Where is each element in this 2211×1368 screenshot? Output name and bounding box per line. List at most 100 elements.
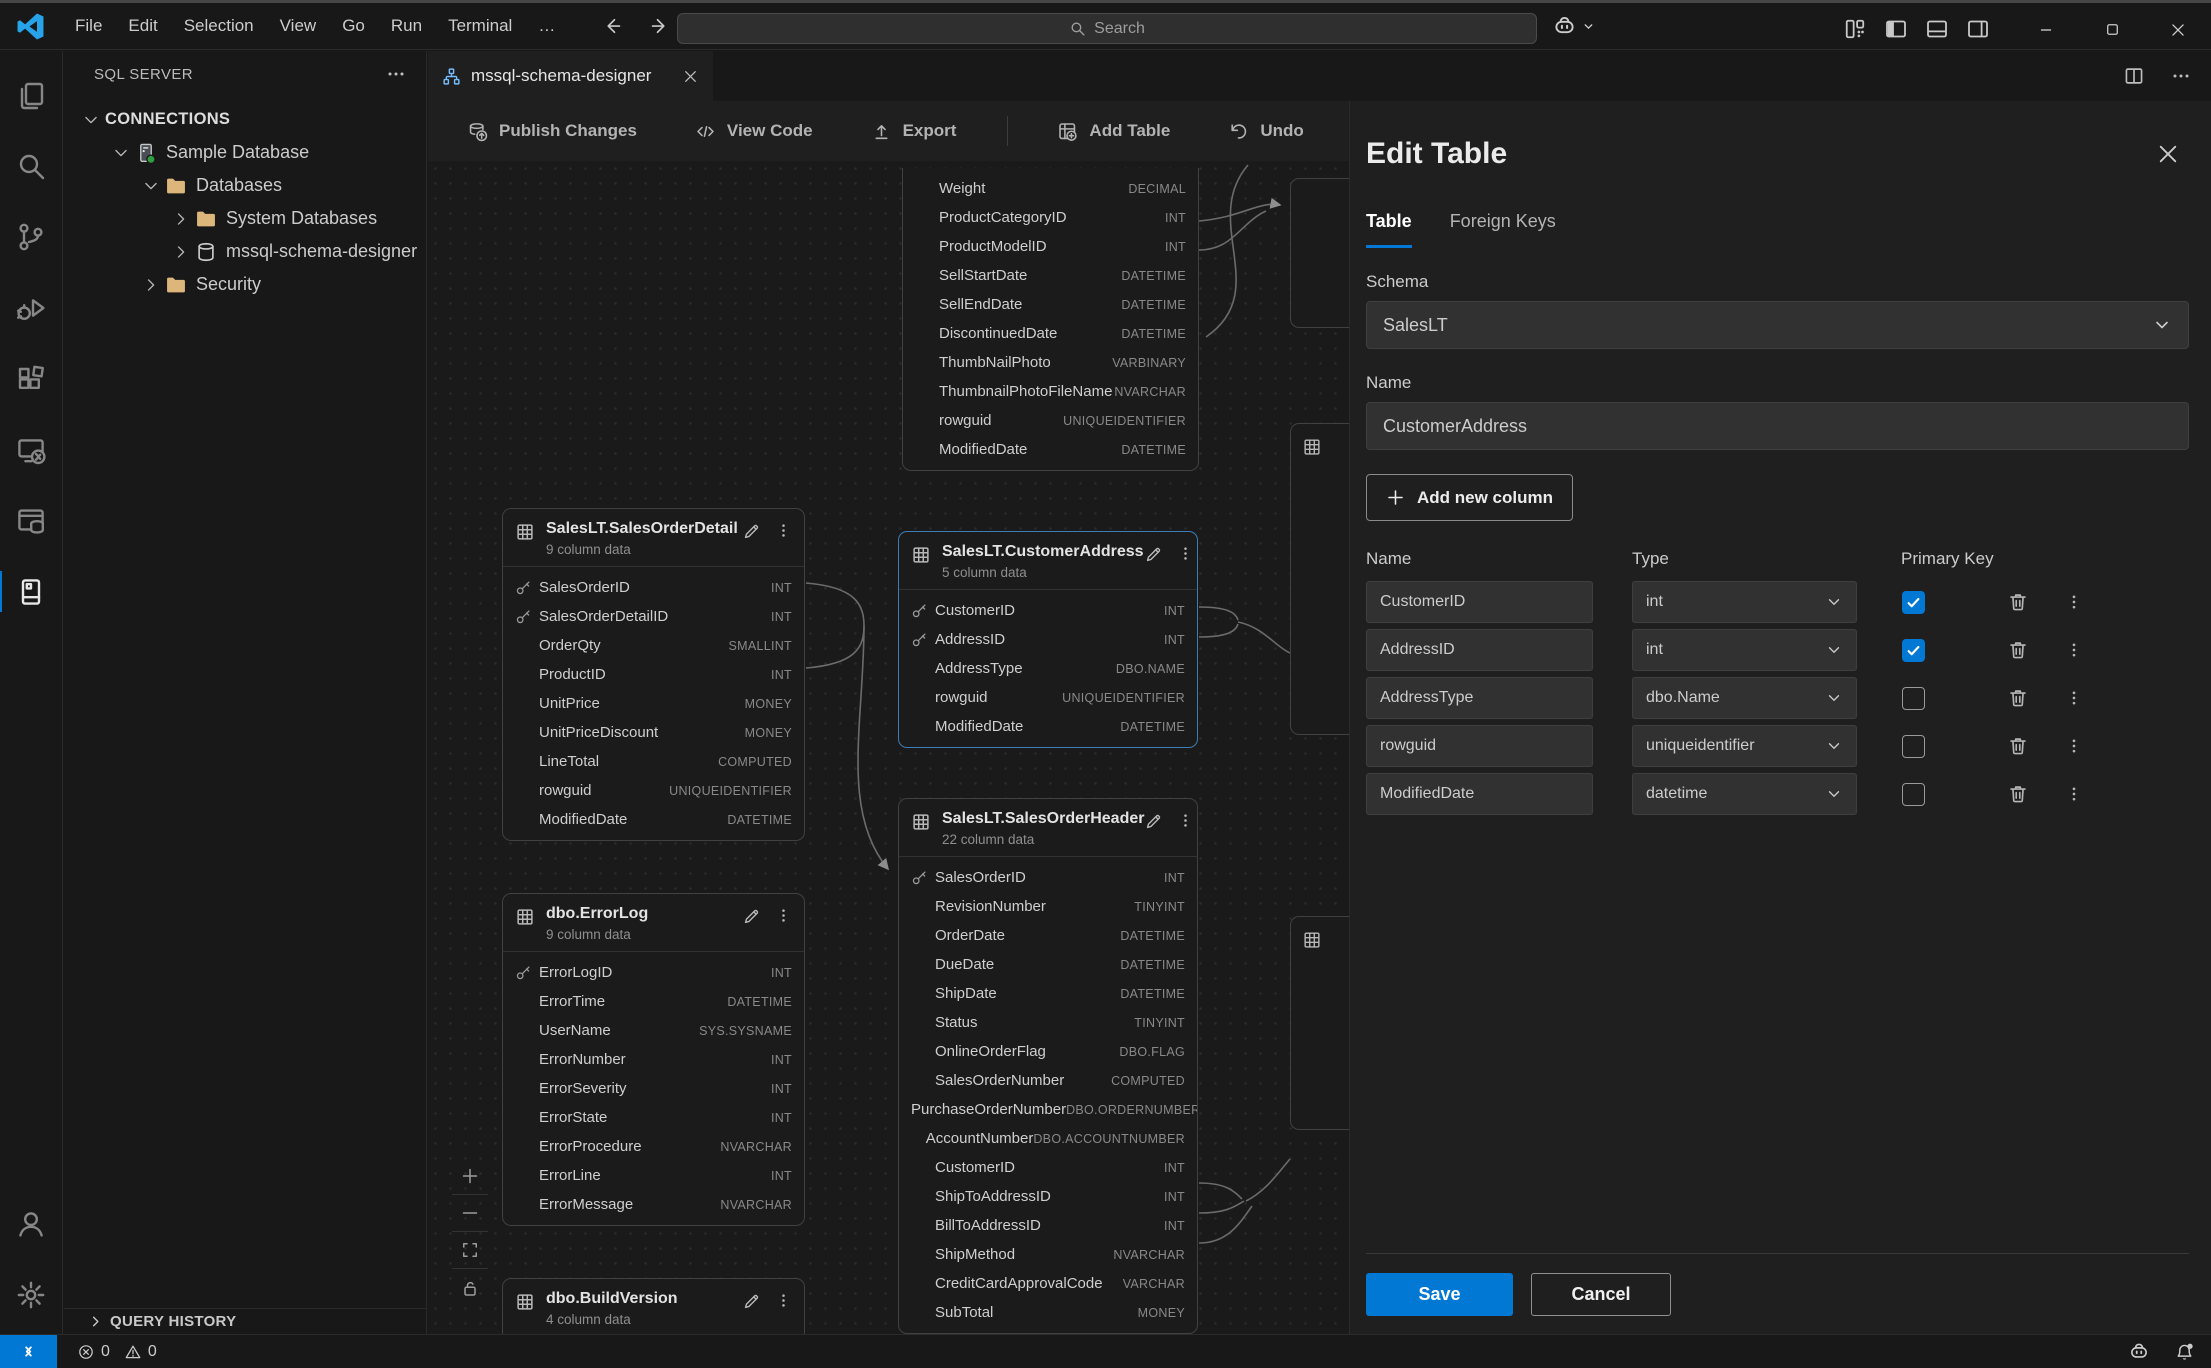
sidebar-item-search[interactable]: [0, 130, 62, 201]
forward-arrow-icon[interactable]: [650, 16, 670, 36]
toolbar-view-code-button[interactable]: View Code: [680, 121, 828, 142]
close-window-button[interactable]: [2145, 6, 2211, 53]
column-type-select[interactable]: dbo.Name: [1632, 677, 1857, 719]
toolbar-export-button[interactable]: Export: [856, 121, 972, 142]
problems-indicator[interactable]: 0 0: [77, 1343, 157, 1361]
partial-table[interactable]: [1290, 178, 1350, 328]
toolbar-add-table-button[interactable]: Add Table: [1042, 121, 1185, 142]
menu-go[interactable]: Go: [329, 11, 378, 41]
sidebar-item-explorer[interactable]: [0, 59, 62, 130]
column-name-input[interactable]: [1366, 725, 1593, 767]
partial-table[interactable]: [1290, 916, 1350, 1130]
edit-table-button[interactable]: [742, 1292, 761, 1316]
column-type-select[interactable]: int: [1632, 581, 1857, 623]
tree-item-system-databases[interactable]: System Databases: [64, 202, 426, 235]
remote-indicator[interactable]: [0, 1335, 57, 1368]
delete-column-button[interactable]: [2007, 687, 2029, 709]
sidebar-item-source-control[interactable]: [0, 201, 62, 272]
toggle-panel-icon[interactable]: [1925, 17, 1949, 41]
diagram-table-buildversion[interactable]: dbo.BuildVersion4 column data: [502, 1278, 805, 1334]
menu-view[interactable]: View: [267, 11, 330, 41]
tab-mssql-schema-designer[interactable]: mssql-schema-designer: [428, 51, 713, 101]
tree-item-connections[interactable]: CONNECTIONS: [64, 103, 426, 136]
column-name-input[interactable]: [1366, 581, 1593, 623]
diagram-table-salesorderheader[interactable]: SalesLT.SalesOrderHeader22 column dataSa…: [898, 798, 1198, 1334]
delete-column-button[interactable]: [2007, 735, 2029, 757]
split-editor-icon[interactable]: [2123, 65, 2145, 87]
column-name-input[interactable]: [1366, 629, 1593, 671]
maximize-button[interactable]: [2079, 6, 2145, 53]
delete-column-button[interactable]: [2007, 591, 2029, 613]
close-tab-icon[interactable]: [682, 68, 699, 85]
minimize-button[interactable]: [2013, 6, 2079, 53]
table-menu-button[interactable]: [775, 1292, 792, 1316]
tree-item-sample-database[interactable]: Sample Database: [64, 136, 426, 169]
add-new-column-button[interactable]: Add new column: [1366, 474, 1573, 521]
toolbar-publish-changes-button[interactable]: Publish Changes: [452, 121, 652, 142]
customize-layout-icon[interactable]: [1843, 17, 1867, 41]
more-actions-icon[interactable]: [2171, 66, 2191, 86]
column-type-select[interactable]: int: [1632, 629, 1857, 671]
cancel-button[interactable]: Cancel: [1531, 1273, 1671, 1316]
column-name-input[interactable]: [1366, 773, 1593, 815]
canvas-zoom-out-button[interactable]: [452, 1195, 488, 1232]
primary-key-checkbox[interactable]: [1902, 735, 1925, 758]
sidebar-item-remote-explorer[interactable]: [0, 414, 62, 485]
diagram-table-salesorderdetail[interactable]: SalesLT.SalesOrderDetail9 column dataSal…: [502, 508, 805, 841]
diagram-table-product[interactable]: WeightDECIMALProductCategoryIDINTProduct…: [902, 168, 1199, 471]
close-panel-icon[interactable]: [2155, 141, 2181, 167]
delete-column-button[interactable]: [2007, 639, 2029, 661]
query-history-section[interactable]: QUERY HISTORY: [64, 1308, 426, 1334]
menu-edit[interactable]: Edit: [115, 11, 170, 41]
edit-table-button[interactable]: [1144, 545, 1163, 569]
canvas-lock-button[interactable]: [452, 1269, 488, 1306]
schema-select[interactable]: SalesLT: [1366, 301, 2189, 349]
edit-table-button[interactable]: [742, 907, 761, 931]
canvas-zoom-in-button[interactable]: [452, 1158, 488, 1195]
table-menu-button[interactable]: [775, 522, 792, 546]
primary-key-checkbox[interactable]: [1902, 591, 1925, 614]
sidebar-item-account[interactable]: [0, 1188, 62, 1259]
menu-selection[interactable]: Selection: [171, 11, 267, 41]
primary-key-checkbox[interactable]: [1902, 639, 1925, 662]
column-type-select[interactable]: uniqueidentifier: [1632, 725, 1857, 767]
edit-table-button[interactable]: [1144, 812, 1163, 836]
column-type-select[interactable]: datetime: [1632, 773, 1857, 815]
search-input[interactable]: Search: [677, 13, 1537, 44]
menu-more[interactable]: …: [525, 11, 568, 41]
column-menu-button[interactable]: [2065, 737, 2083, 755]
column-menu-button[interactable]: [2065, 785, 2083, 803]
save-button[interactable]: Save: [1366, 1273, 1513, 1316]
primary-key-checkbox[interactable]: [1902, 783, 1925, 806]
column-menu-button[interactable]: [2065, 641, 2083, 659]
back-arrow-icon[interactable]: [602, 16, 622, 36]
table-menu-button[interactable]: [1177, 812, 1194, 836]
copilot-button[interactable]: [1552, 14, 1595, 39]
sidebar-item-extensions[interactable]: [0, 343, 62, 414]
notifications-bell-icon[interactable]: [2174, 1341, 2195, 1362]
tree-item-security[interactable]: Security: [64, 268, 426, 301]
sidebar-item-database-explorer[interactable]: [0, 485, 62, 556]
toolbar-undo-button[interactable]: Undo: [1213, 121, 1318, 142]
primary-key-checkbox[interactable]: [1902, 687, 1925, 710]
sidebar-item-run-debug[interactable]: [0, 272, 62, 343]
table-menu-button[interactable]: [1177, 545, 1194, 569]
menu-run[interactable]: Run: [378, 11, 435, 41]
delete-column-button[interactable]: [2007, 783, 2029, 805]
column-menu-button[interactable]: [2065, 593, 2083, 611]
menu-file[interactable]: File: [62, 11, 115, 41]
diagram-table-customeraddress[interactable]: SalesLT.CustomerAddress5 column dataCust…: [898, 531, 1198, 748]
sidebar-more-actions-icon[interactable]: [386, 64, 406, 84]
table-name-input[interactable]: [1366, 402, 2189, 450]
column-menu-button[interactable]: [2065, 689, 2083, 707]
partial-table[interactable]: [1290, 423, 1350, 735]
sidebar-item-schema-designer[interactable]: [0, 556, 62, 627]
tab-foreign-keys[interactable]: Foreign Keys: [1450, 211, 1556, 248]
column-name-input[interactable]: [1366, 677, 1593, 719]
diagram-table-errorlog[interactable]: dbo.ErrorLog9 column dataErrorLogIDINTEr…: [502, 893, 805, 1226]
tab-table[interactable]: Table: [1366, 211, 1412, 248]
toggle-primary-sidebar-icon[interactable]: [1884, 17, 1908, 41]
tree-item-databases[interactable]: Databases: [64, 169, 426, 202]
sidebar-item-settings-gear[interactable]: [0, 1259, 62, 1330]
menu-terminal[interactable]: Terminal: [435, 11, 525, 41]
